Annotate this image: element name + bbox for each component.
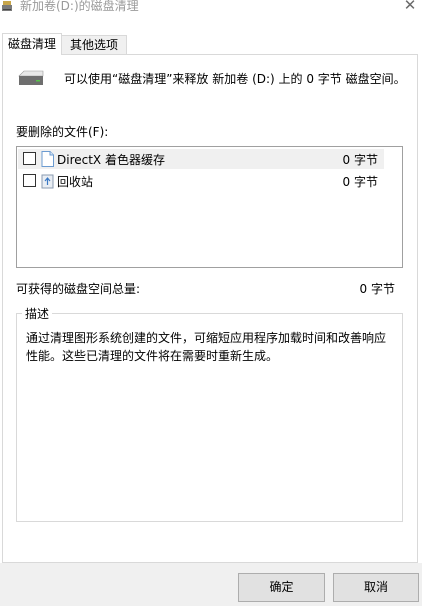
list-item-recycle-bin[interactable]: 回收站 0 字节 <box>18 171 384 191</box>
file-list[interactable]: DirectX 着色器缓存 0 字节 回收站 0 字节 <box>16 146 403 268</box>
description-text: 通过清理图形系统创建的文件，可缩短应用程序加载时间和改善响应性能。这些已清理的文… <box>26 331 387 363</box>
summary-text: 可以使用“磁盘清理”来释放 新加卷 (D:) 上的 0 字节 磁盘空间。 <box>64 72 406 86</box>
file-icon <box>41 151 54 167</box>
item-name: 回收站 <box>57 175 94 189</box>
close-button[interactable]: ✕ <box>398 0 422 14</box>
list-item-directx-cache[interactable]: DirectX 着色器缓存 0 字节 <box>18 149 384 169</box>
tab-disk-cleanup[interactable]: 磁盘清理 <box>2 33 62 55</box>
close-icon: ✕ <box>403 0 417 14</box>
ok-button[interactable]: 确定 <box>238 573 325 602</box>
description-legend: 描述 <box>22 305 53 322</box>
window-title: 新加卷(D:)的磁盘清理 <box>20 0 139 13</box>
total-space-value: 0 字节 <box>359 282 395 296</box>
files-to-delete-label: 要删除的文件(F): <box>16 125 109 139</box>
item-size: 0 字节 <box>342 175 378 189</box>
checkbox-recycle-bin[interactable] <box>23 174 36 187</box>
title-bar: 新加卷(D:)的磁盘清理 ✕ <box>0 0 422 14</box>
drive-icon <box>18 70 44 85</box>
checkbox-directx-cache[interactable] <box>23 152 36 165</box>
item-name: DirectX 着色器缓存 <box>57 153 165 167</box>
total-space-label: 可获得的磁盘空间总量: <box>16 282 141 296</box>
cancel-button[interactable]: 取消 <box>333 573 419 602</box>
tab-more-options[interactable]: 其他选项 <box>62 35 127 55</box>
item-size: 0 字节 <box>342 153 378 167</box>
disk-cleanup-icon <box>2 1 12 11</box>
recycle-bin-icon <box>41 174 54 189</box>
